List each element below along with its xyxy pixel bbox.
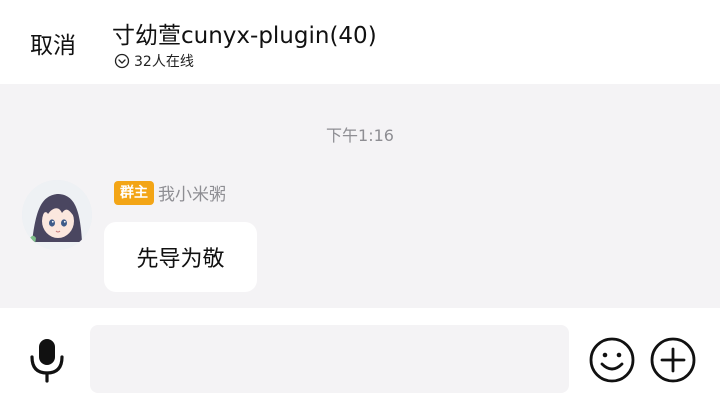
emoji-icon[interactable] — [589, 337, 635, 383]
owner-badge: 群主 — [114, 180, 154, 205]
message-timestamp: 下午1:16 — [326, 126, 394, 145]
chat-header: 取消 寸幼萱cunyx-plugin(40) 32人在线 — [0, 0, 720, 84]
sender-info: 群主 我小米粥 — [114, 180, 226, 205]
message-input[interactable] — [90, 325, 569, 393]
plus-circle-icon[interactable] — [650, 337, 696, 383]
input-bar — [0, 308, 720, 410]
group-title: 寸幼萱cunyx-plugin(40) — [112, 23, 377, 49]
message-area[interactable]: 下午1:16 群主 我小米粥 先导为敬 — [0, 84, 720, 308]
cancel-button[interactable]: 取消 — [30, 26, 76, 60]
message-bubble[interactable]: 先导为敬 — [104, 222, 257, 292]
chevron-down-circle-icon — [114, 53, 130, 69]
online-count[interactable]: 32人在线 — [114, 51, 194, 71]
online-count-label: 32人在线 — [134, 54, 194, 70]
microphone-icon[interactable] — [26, 337, 68, 383]
avatar[interactable] — [22, 180, 92, 250]
sender-name[interactable]: 我小米粥 — [158, 180, 226, 205]
